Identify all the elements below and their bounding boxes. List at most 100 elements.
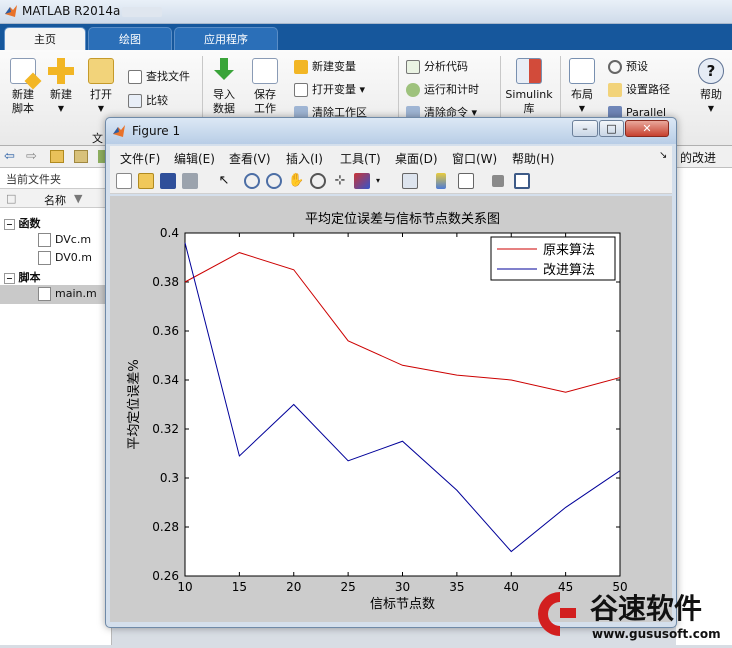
folder-path-icon	[608, 83, 622, 97]
link-plot-icon[interactable]	[402, 173, 418, 189]
new-script-button[interactable]: 新建脚本	[6, 58, 42, 116]
import-data-button[interactable]: 导入数据	[208, 58, 240, 116]
collapse-icon: −	[4, 219, 15, 230]
brush-icon[interactable]	[354, 173, 370, 189]
matlab-titlebar: MATLAB R2014a	[0, 0, 732, 24]
find-files-button[interactable]: 查找文件	[128, 70, 190, 84]
help-label: 帮助	[700, 88, 722, 101]
open-button[interactable]: 打开 ▼	[84, 58, 118, 116]
rotate-icon[interactable]	[310, 173, 326, 189]
import-arrow-icon	[211, 58, 237, 84]
import-data-label: 导入数据	[213, 88, 235, 115]
group-functions-label: 函数	[18, 217, 41, 230]
pointer-icon[interactable]: ↖	[216, 173, 232, 189]
figure-canvas[interactable]: 10 15 20 25 30 35 40 45 50 0.26 0.28 0.3 0.32 0.34 0.3…	[110, 196, 672, 622]
print-icon[interactable]	[182, 173, 198, 189]
zoom-out-icon[interactable]	[266, 173, 282, 189]
menu-desktop[interactable]: 桌面(D)	[395, 150, 438, 167]
grid-plus-icon	[294, 60, 308, 74]
watermark-logo: 谷速软件 www.gususoft.com	[530, 584, 732, 645]
minimize-button[interactable]: –	[572, 120, 598, 137]
tab-apps[interactable]: 应用程序	[174, 27, 278, 50]
file-item-selected[interactable]: main.m	[0, 285, 111, 304]
group-functions[interactable]: − 函数	[4, 215, 41, 231]
figure-titlebar[interactable]: Figure 1 – □ ✕	[106, 118, 676, 144]
forward-arrow-icon[interactable]: ⇨	[26, 149, 37, 164]
group-scripts[interactable]: − 脚本	[4, 269, 41, 285]
close-button[interactable]: ✕	[625, 120, 669, 137]
legend-label: 原来算法	[543, 243, 595, 258]
y-tick-label: 0.32	[152, 422, 179, 436]
help-button[interactable]: ? 帮助 ▼	[694, 58, 728, 116]
analyze-code-label: 分析代码	[424, 60, 468, 73]
y-tick-label: 0.26	[152, 569, 179, 583]
compare-label: 比较	[146, 94, 168, 107]
x-axis-label: 信标节点数	[370, 597, 435, 612]
checklist-icon	[406, 60, 420, 74]
show-plot-tools-icon[interactable]	[514, 173, 530, 189]
x-tick-label: 25	[340, 580, 355, 594]
x-tick-label: 10	[177, 580, 192, 594]
menu-file[interactable]: 文件(F)	[120, 150, 160, 167]
set-path-label: 设置路径	[626, 83, 670, 96]
save-icon[interactable]	[160, 173, 176, 189]
watermark-brand: 谷速软件	[590, 592, 702, 625]
new-script-label: 新建脚本	[12, 88, 34, 115]
menu-view[interactable]: 查看(V)	[229, 150, 271, 167]
zoom-in-icon[interactable]	[244, 173, 260, 189]
file-item[interactable]: DV0.m	[38, 251, 92, 265]
menu-tools[interactable]: 工具(T)	[340, 150, 381, 167]
file-item[interactable]: DVc.m	[38, 233, 91, 247]
analyze-code-button[interactable]: 分析代码	[406, 60, 468, 74]
file-name: DVc.m	[55, 233, 92, 246]
open-variable-button[interactable]: 打开变量 ▾	[294, 83, 365, 97]
colorbar-icon[interactable]	[436, 173, 446, 189]
name-column-header[interactable]: □ 名称 ▼	[0, 188, 111, 208]
new-button[interactable]: 新建 ▼	[44, 58, 78, 116]
new-figure-icon[interactable]	[116, 173, 132, 189]
mfile-icon	[38, 251, 51, 265]
simulink-label: Simulink库	[505, 88, 553, 115]
preferences-label: 预设	[626, 60, 648, 73]
compare-button[interactable]: 比较	[128, 94, 168, 108]
x-tick-label: 40	[504, 580, 519, 594]
tab-home[interactable]: 主页	[4, 27, 86, 50]
up-folder-icon[interactable]	[50, 150, 64, 163]
y-tick-label: 0.34	[152, 373, 179, 387]
plus-icon	[48, 58, 74, 84]
new-variable-button[interactable]: 新建变量	[294, 60, 356, 74]
matlab-logo-icon	[5, 5, 17, 17]
layout-button[interactable]: 布局 ▼	[566, 58, 598, 116]
legend-icon[interactable]	[458, 173, 474, 189]
maximize-button[interactable]: □	[599, 120, 624, 137]
brush-dropdown-icon[interactable]: ▾	[374, 173, 382, 189]
menu-insert[interactable]: 插入(I)	[286, 150, 323, 167]
browse-folder-icon[interactable]	[74, 150, 88, 163]
watermark-url: www.gususoft.com	[592, 627, 721, 641]
menu-help[interactable]: 帮助(H)	[512, 150, 554, 167]
dock-arrow-icon[interactable]: ↘	[659, 150, 667, 161]
y-axis-label: 平均定位误差%	[127, 359, 142, 449]
pan-hand-icon[interactable]: ✋	[288, 173, 304, 189]
line-chart[interactable]: 10 15 20 25 30 35 40 45 500.260.280.30.320.340.3…	[110, 196, 672, 622]
back-arrow-icon[interactable]: ⇦	[4, 149, 15, 164]
menu-window[interactable]: 窗口(W)	[452, 150, 497, 167]
y-tick-label: 0.38	[152, 275, 179, 289]
name-header-label: 名称	[44, 194, 66, 207]
simulink-library-button[interactable]: Simulink库	[504, 58, 554, 116]
mfile-icon	[38, 233, 51, 247]
figure-window: Figure 1 – □ ✕ 文件(F) 编辑(E) 查看(V) 插入(I) 工…	[105, 117, 677, 628]
data-cursor-icon[interactable]: ⊹	[332, 173, 348, 189]
stopwatch-icon	[406, 83, 420, 97]
title-search-box[interactable]	[122, 7, 162, 17]
tab-plots[interactable]: 绘图	[88, 27, 172, 50]
run-and-time-button[interactable]: 运行和计时	[406, 83, 479, 97]
y-tick-label: 0.3	[160, 471, 179, 485]
preferences-button[interactable]: 预设	[608, 60, 648, 74]
command-window-panel[interactable]	[676, 168, 732, 645]
menu-edit[interactable]: 编辑(E)	[174, 150, 215, 167]
group-scripts-label: 脚本	[18, 271, 41, 284]
open-file-icon[interactable]	[138, 173, 154, 189]
hide-plot-tools-icon[interactable]	[492, 175, 504, 187]
set-path-button[interactable]: 设置路径	[608, 83, 670, 97]
